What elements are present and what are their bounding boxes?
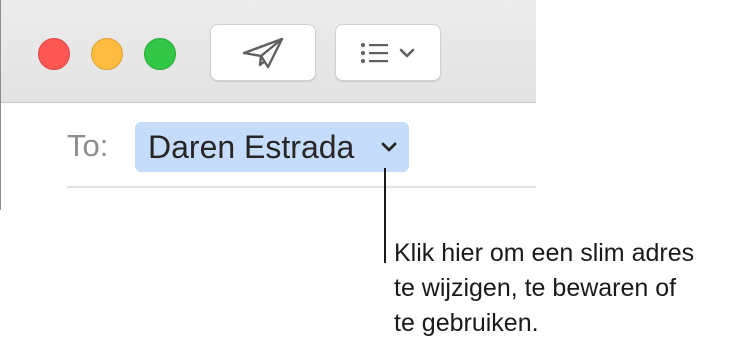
paper-plane-icon xyxy=(242,37,284,68)
to-label: To: xyxy=(67,128,109,163)
send-button[interactable] xyxy=(210,24,316,81)
format-menu-button[interactable] xyxy=(335,24,441,81)
zoom-window-button[interactable] xyxy=(144,38,176,70)
callout-line-3: te gebruiken. xyxy=(394,309,539,337)
toolbar xyxy=(1,0,536,103)
recipient-token[interactable]: Daren Estrada xyxy=(135,122,409,172)
recipient-name: Daren Estrada xyxy=(148,129,355,165)
mail-compose-window: To: Daren Estrada xyxy=(0,0,536,210)
callout-line-1: Klik hier om een slim adres xyxy=(394,239,695,267)
minimize-window-button[interactable] xyxy=(91,38,123,70)
to-field-divider xyxy=(67,186,536,188)
close-window-button[interactable] xyxy=(38,38,70,70)
callout-line xyxy=(384,168,386,263)
callout-line-2: te wijzigen, te bewaren of xyxy=(394,274,677,302)
list-icon xyxy=(361,42,388,63)
callout-text: Klik hier om een slim adres te wijzigen,… xyxy=(394,236,744,341)
chevron-down-icon[interactable] xyxy=(379,139,399,155)
chevron-down-icon xyxy=(399,48,415,57)
